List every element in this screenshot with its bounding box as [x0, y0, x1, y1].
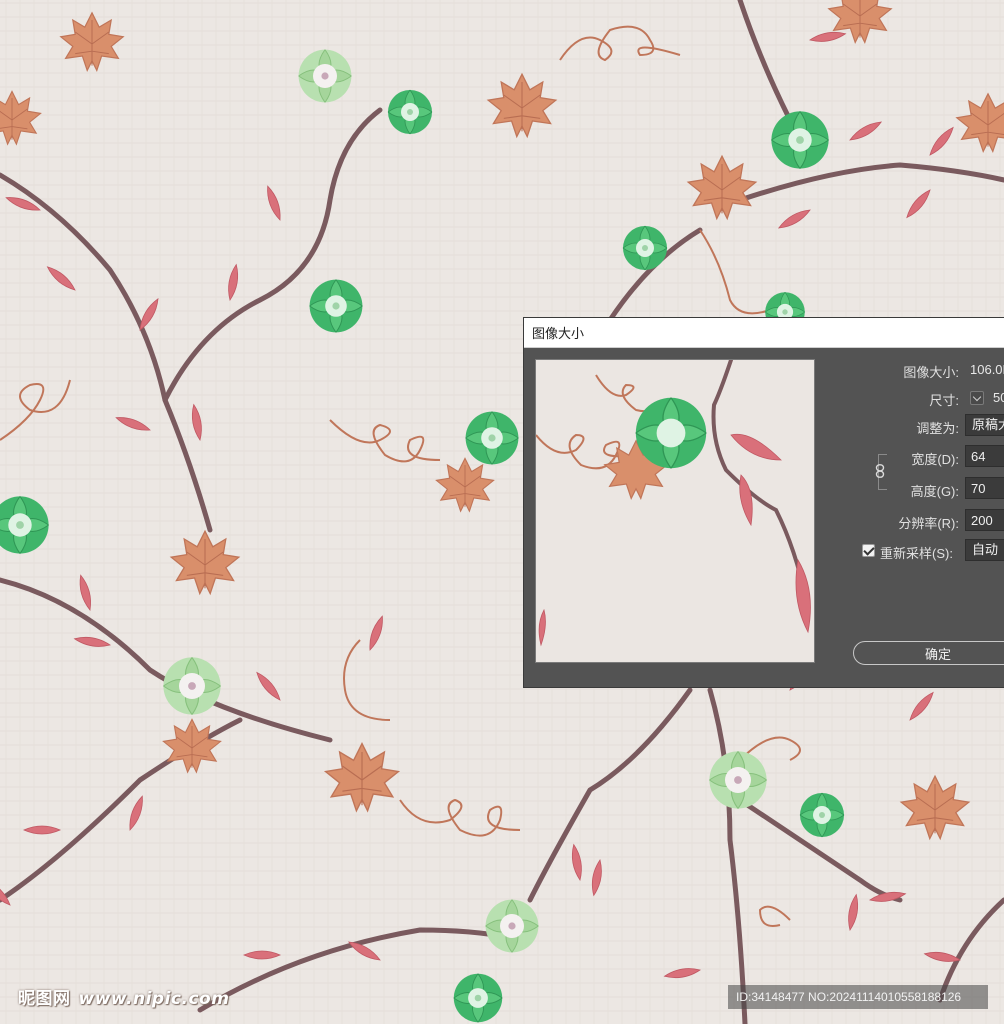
- resample-select[interactable]: 自动: [965, 539, 1004, 561]
- resample-checkbox[interactable]: [862, 544, 875, 557]
- image-size-dialog: 图像大小 图像大小: 106.0 尺寸: 50 调整为: 原稿 宽度(D): 6…: [523, 317, 1004, 688]
- height-label: 高度(G):: [910, 484, 959, 499]
- dimensions-dropdown-icon[interactable]: [970, 391, 984, 405]
- width-input[interactable]: [965, 445, 1004, 467]
- height-input[interactable]: [965, 477, 1004, 499]
- image-size-label: 图像大小:: [903, 365, 959, 380]
- site-watermark: 昵图网 www.nipic.com: [18, 984, 229, 1009]
- width-label: 宽度(D):: [911, 452, 959, 467]
- image-size-value: 106.0M: [970, 362, 1004, 377]
- resample-label: 重新采样(S):: [880, 546, 953, 561]
- dialog-title: 图像大小: [532, 326, 585, 341]
- resolution-label: 分辨率(R):: [898, 516, 959, 531]
- dimensions-value: 50: [993, 390, 1004, 405]
- fit-to-select[interactable]: 原稿大: [965, 414, 1004, 436]
- dimensions-label: 尺寸:: [929, 393, 959, 408]
- watermark-brand: 昵图网: [18, 989, 71, 1008]
- resolution-input[interactable]: [965, 509, 1004, 531]
- fit-to-label: 调整为:: [916, 421, 959, 436]
- image-id-badge: ID:34148477 NO:20241114010558188126: [728, 985, 988, 1009]
- image-preview[interactable]: [535, 359, 815, 663]
- ok-button[interactable]: 确定: [853, 641, 1004, 665]
- dialog-titlebar[interactable]: 图像大小: [524, 318, 1004, 348]
- preview-artwork: [536, 360, 814, 662]
- watermark-url: www.nipic.com: [78, 989, 230, 1009]
